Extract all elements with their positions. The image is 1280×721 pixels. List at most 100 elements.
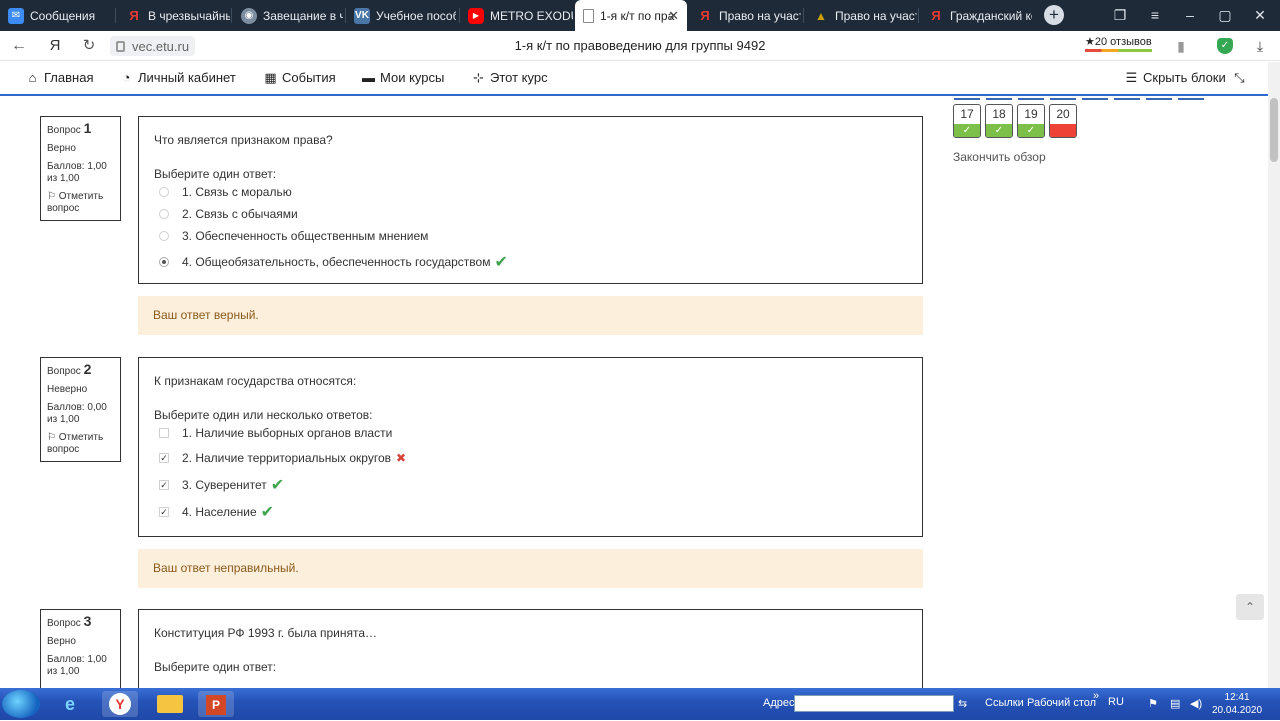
tab-messages[interactable]: ✉ Сообщения — [0, 0, 115, 31]
flag-question-link[interactable]: ⚐ Отметить вопрос — [47, 432, 114, 456]
option-label: 2. Связь с обычаями — [182, 207, 298, 221]
question-number: Вопрос 3 — [47, 613, 92, 629]
tab-textbook[interactable]: VK Учебное пособи — [346, 0, 456, 31]
quiz-nav-number: 19 — [1024, 107, 1038, 121]
bookmark-icon[interactable]: ▮ — [1173, 38, 1189, 54]
quiz-nav-button-20[interactable]: 20 — [1049, 104, 1077, 138]
menu-icon[interactable]: ≡ — [1140, 0, 1170, 31]
network-tray-icon[interactable]: ▤ — [1170, 697, 1180, 710]
tabs-overview-icon[interactable]: ❐ — [1105, 0, 1135, 31]
answer-option[interactable]: 1. Связь с моралью — [159, 181, 907, 203]
download-icon[interactable]: ⤓ — [1252, 38, 1268, 54]
question-grade: Баллов: 0,00 из 1,00 — [47, 402, 107, 425]
radio-button-selected[interactable] — [159, 257, 169, 267]
nav-events[interactable]: ▦ События — [263, 70, 335, 85]
scroll-to-top-button[interactable]: ⌃ — [1236, 594, 1264, 620]
quiz-nav-button-18[interactable]: 18 ✓ — [985, 104, 1013, 138]
toolbar-expand-icon[interactable]: » — [1093, 690, 1099, 702]
option-label: 3. Обеспеченность общественным мнением — [182, 229, 429, 243]
nav-cabinet[interactable]: ◔ Личный кабинет — [119, 70, 236, 85]
new-tab-button[interactable]: + — [1044, 5, 1064, 25]
answer-option[interactable]: ✓ 4. Население ✔ — [159, 498, 907, 526]
flag-icon: ⚐ — [47, 191, 56, 202]
radio-button[interactable] — [159, 231, 169, 241]
scrollbar-thumb[interactable] — [1270, 98, 1278, 162]
back-icon[interactable]: ← — [8, 35, 30, 57]
answer-option[interactable]: 4. Общеобязательность, обеспеченность го… — [159, 247, 907, 277]
quiz-nav-button-17[interactable]: 17 ✓ — [953, 104, 981, 138]
close-window-icon[interactable]: ✕ — [1245, 0, 1275, 31]
nav-block-stub — [954, 98, 980, 100]
folder-icon[interactable] — [148, 691, 192, 717]
tab-right-participation-2[interactable]: ▲ Право на участ — [805, 0, 917, 31]
tab-right-participation[interactable]: Я Право на участи — [689, 0, 801, 31]
powerpoint-icon[interactable]: P — [198, 691, 234, 717]
ie-icon[interactable]: e — [52, 691, 88, 717]
tab-separator — [918, 8, 919, 23]
checkbox-checked[interactable]: ✓ — [159, 480, 169, 490]
tab-quiz-active[interactable]: 1-я к/т по пра ✕ — [575, 0, 687, 31]
tab-separator — [115, 8, 116, 23]
go-arrow-icon[interactable]: ⇆ — [958, 697, 967, 710]
flag-question-link[interactable]: ⚐ Отметить вопрос — [47, 191, 114, 215]
checkbox-checked[interactable]: ✓ — [159, 453, 169, 463]
answer-option[interactable]: 2. Связь с обычаями — [159, 203, 907, 225]
nav-block-stub — [1018, 98, 1044, 100]
answer-option[interactable]: ✓ 3. Суверенитет ✔ — [159, 472, 907, 498]
nav-block-stub — [986, 98, 1012, 100]
quiz-nav-button-19[interactable]: 19 ✓ — [1017, 104, 1045, 138]
option-label: 3. Суверенитет — [182, 478, 267, 492]
radio-button[interactable] — [159, 187, 169, 197]
question-text: К признакам государства относятся: — [154, 374, 357, 388]
taskbar-links[interactable]: Ссылки — [985, 697, 1024, 709]
site-navbar: ⌂ Главная ◔ Личный кабинет ▦ События ▬ М… — [0, 62, 1268, 96]
tab-emergency[interactable]: Я В чрезвычайны — [118, 0, 230, 31]
answer-option[interactable]: ✓ 2. Наличие территориальных округов ✖ — [159, 444, 907, 472]
start-button[interactable] — [2, 690, 40, 718]
address-bar: ← Я ↻ vec.etu.ru 1-я к/т по правоведению… — [0, 31, 1280, 61]
yandex-logo-icon[interactable]: Я — [44, 35, 66, 57]
minimize-icon[interactable]: – — [1175, 0, 1205, 31]
protect-shield-icon[interactable]: ✓ — [1217, 38, 1233, 54]
finish-review-link[interactable]: Закончить обзор — [953, 150, 1046, 164]
taskbar-desktop[interactable]: Рабочий стол — [1027, 697, 1096, 709]
tab-metro[interactable]: ▶ METRO EXODUS — [460, 0, 573, 31]
url-field[interactable]: vec.etu.ru — [110, 36, 195, 56]
reviews-badge[interactable]: ★20 отзывов — [1085, 35, 1152, 52]
checkbox-checked[interactable]: ✓ — [159, 507, 169, 517]
nav-this-course-label: Этот курс — [490, 70, 548, 85]
close-tab-icon[interactable]: ✕ — [668, 8, 679, 24]
hide-blocks-button[interactable]: ☰ Скрыть блоки ⤡ — [1124, 70, 1247, 85]
dashboard-icon: ◔ — [122, 70, 131, 85]
yandex-browser-icon[interactable]: Y — [102, 691, 138, 717]
taskbar-address-input[interactable] — [794, 695, 954, 712]
checkbox[interactable] — [159, 428, 169, 438]
restore-icon[interactable]: ▢ — [1210, 0, 1240, 31]
tab-label: 1-я к/т по пра — [600, 8, 675, 23]
reviews-label: 20 отзывов — [1094, 36, 1152, 48]
reload-icon[interactable]: ↻ — [78, 35, 100, 57]
answer-option[interactable]: 3. Обеспеченность общественным мнением — [159, 225, 907, 247]
clock-time: 12:41 — [1224, 692, 1250, 703]
language-indicator[interactable]: RU — [1108, 696, 1124, 708]
youtube-icon: ▶ — [468, 7, 484, 24]
tab-will[interactable]: ◉ Завещание в чр — [233, 0, 343, 31]
nav-home[interactable]: ⌂ Главная — [25, 70, 94, 85]
correct-status-icon: ✓ — [954, 124, 980, 137]
question-grade: Баллов: 1,00 из 1,00 — [47, 161, 107, 184]
nav-block-stub — [1050, 98, 1076, 100]
volume-icon[interactable]: ◀) — [1190, 697, 1202, 710]
answer-prompt: Выберите один ответ: — [154, 660, 277, 674]
answer-prompt: Выберите один или несколько ответов: — [154, 408, 373, 422]
flag-tray-icon[interactable]: ⚑ — [1148, 697, 1158, 710]
question-text: Конституция РФ 1993 г. была принята… — [154, 626, 378, 640]
quiz-nav-number: 17 — [960, 107, 974, 121]
tab-civil-code[interactable]: Я Гражданский ко — [920, 0, 1032, 31]
clock[interactable]: 12:41 20.04.2020 — [1212, 691, 1262, 717]
yandex-icon: Я — [700, 8, 710, 23]
nav-this-course[interactable]: ⊹ Этот курс — [471, 70, 548, 85]
radio-button[interactable] — [159, 209, 169, 219]
nav-my-courses[interactable]: ▬ Мои курсы — [361, 70, 444, 85]
page-scrollbar[interactable] — [1268, 62, 1280, 688]
answer-option[interactable]: 1. Наличие выборных органов власти — [159, 422, 907, 444]
